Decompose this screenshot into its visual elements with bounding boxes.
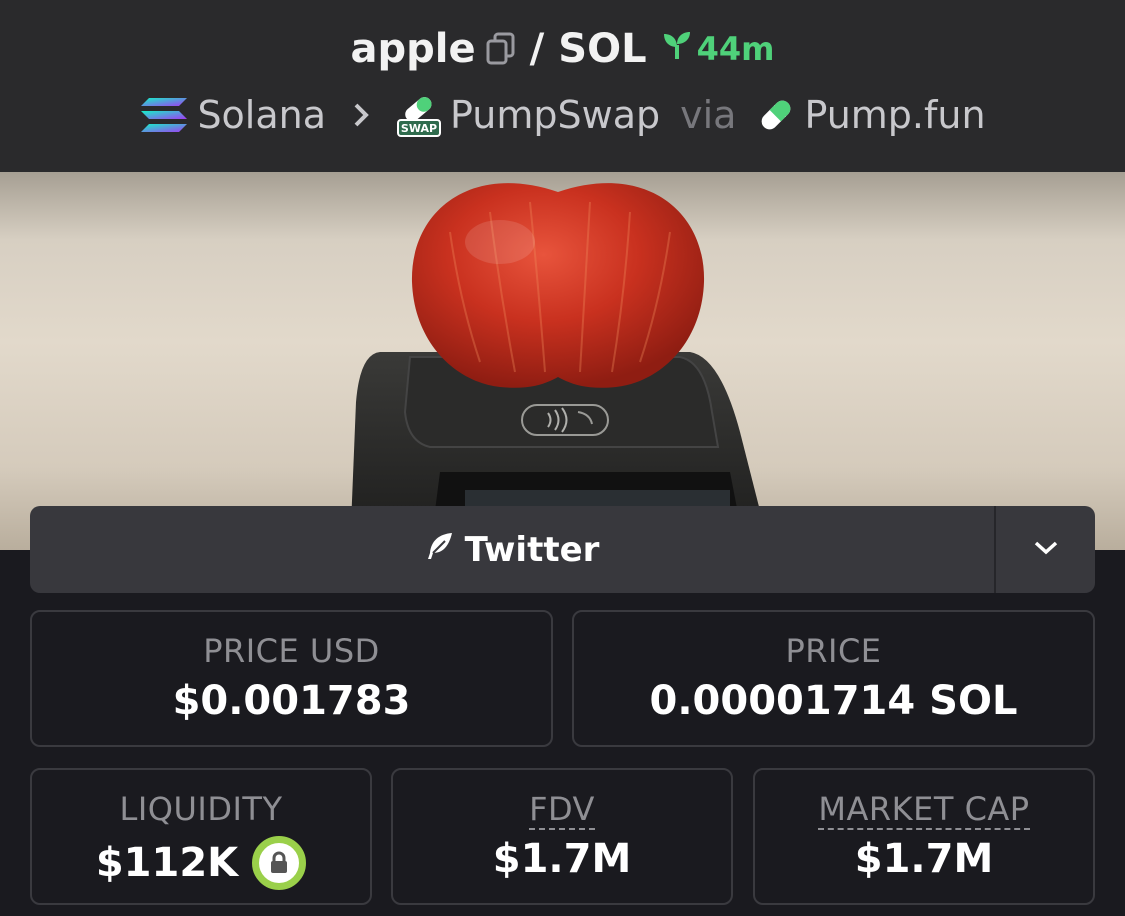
price-native-value: 0.00001714 SOL xyxy=(649,678,1018,724)
pumpswap-icon: SWAP xyxy=(396,92,442,138)
launchpad-link[interactable]: Pump.fun xyxy=(804,93,985,137)
liquidity-value: $112K xyxy=(95,840,239,886)
fdv-card: FDV $1.7M xyxy=(391,768,733,905)
via-label: via xyxy=(680,93,737,137)
price-native-label: PRICE xyxy=(785,632,882,670)
liquidity-value-row: $112K xyxy=(32,836,370,890)
token-banner-image xyxy=(0,172,1125,550)
pair-separator: / xyxy=(529,26,545,72)
pair-age: 44m xyxy=(661,29,775,69)
quote-token: SOL xyxy=(558,26,647,72)
solana-icon xyxy=(139,95,189,135)
sprout-icon xyxy=(661,29,697,69)
twitter-button[interactable]: Twitter xyxy=(30,506,996,593)
liquidity-label: LIQUIDITY xyxy=(119,790,283,828)
liquidity-card: LIQUIDITY $112K xyxy=(30,768,372,905)
social-bar: Twitter xyxy=(30,506,1095,593)
chain-link[interactable]: Solana xyxy=(197,93,326,137)
market-cap-label[interactable]: MARKET CAP xyxy=(755,790,1093,830)
fdv-label[interactable]: FDV xyxy=(393,790,731,830)
price-native-card: PRICE 0.00001714 SOL xyxy=(572,610,1095,747)
dex-link[interactable]: PumpSwap xyxy=(450,93,660,137)
fdv-value: $1.7M xyxy=(492,836,632,882)
market-cap-card: MARKET CAP $1.7M xyxy=(753,768,1095,905)
age-value: 44m xyxy=(696,30,775,68)
market-cap-value: $1.7M xyxy=(854,836,994,882)
price-usd-label: PRICE USD xyxy=(203,632,380,670)
pair-header: apple / SOL 44m Solana SWAP PumpSwap via… xyxy=(0,0,1125,172)
chevron-right-icon xyxy=(352,102,370,128)
token-name: apple xyxy=(350,26,476,72)
price-usd-card: PRICE USD $0.001783 xyxy=(30,610,553,747)
price-usd-value: $0.001783 xyxy=(172,678,411,724)
breadcrumb: Solana SWAP PumpSwap via Pump.fun xyxy=(0,92,1125,138)
swap-badge-text: SWAP xyxy=(401,122,437,135)
chevron-down-icon xyxy=(1033,540,1059,560)
pill-icon xyxy=(756,95,796,135)
feather-icon xyxy=(425,530,465,570)
copy-icon[interactable] xyxy=(486,32,516,66)
more-socials-button[interactable] xyxy=(996,506,1095,593)
pair-title: apple / SOL 44m xyxy=(0,26,1125,72)
twitter-label: Twitter xyxy=(464,529,600,570)
lock-icon[interactable] xyxy=(252,836,307,890)
